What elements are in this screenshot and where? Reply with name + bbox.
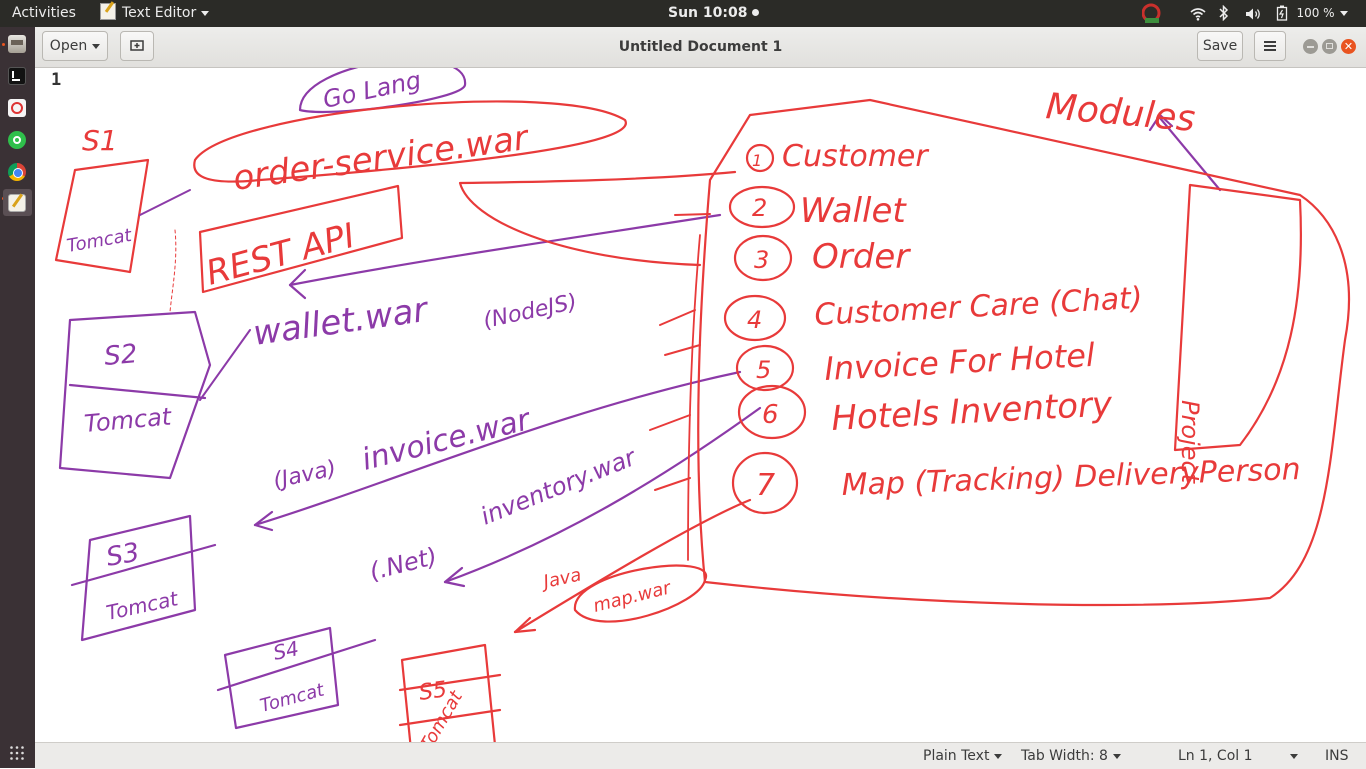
label-s4-tomcat: Tomcat xyxy=(258,679,327,716)
bluetooth-icon xyxy=(1219,4,1229,22)
svg-text:2: 2 xyxy=(752,194,767,222)
label-wallet-war: wallet.war xyxy=(251,290,432,354)
chevron-down-icon xyxy=(1339,10,1348,16)
notification-dot-icon xyxy=(752,9,760,16)
activities-button[interactable]: Activities xyxy=(12,0,76,27)
editor-area[interactable]: 1 S1 order-service.war REST API S5 Tomca… xyxy=(35,68,1366,742)
menu-button[interactable] xyxy=(1254,31,1286,61)
chevron-down-icon xyxy=(201,10,210,16)
svg-text:4: 4 xyxy=(747,306,762,334)
language-selector[interactable]: Plain Text xyxy=(923,743,1003,769)
module-hotels-inventory: Hotels Inventory xyxy=(830,384,1114,439)
files-icon[interactable] xyxy=(8,35,26,53)
tab-width-selector[interactable]: Tab Width: 8 xyxy=(1021,743,1121,769)
dock xyxy=(0,27,35,768)
running-indicator xyxy=(2,43,5,46)
label-order-service-war: order-service.war xyxy=(231,118,533,199)
bluetooth-indicator[interactable] xyxy=(1219,0,1229,27)
label-inventory-war: inventory.war xyxy=(477,442,642,530)
chevron-down-icon xyxy=(994,753,1003,759)
label-s3-tomcat: Tomcat xyxy=(104,586,181,625)
label-s3: S3 xyxy=(104,538,142,573)
server-box-s2 xyxy=(58,310,212,480)
svg-text:6: 6 xyxy=(762,400,779,430)
label-java: (Java) xyxy=(271,456,338,494)
minimize-button[interactable] xyxy=(1303,39,1318,54)
label-s2: S2 xyxy=(103,339,139,372)
label-modules: Modules xyxy=(1044,86,1197,140)
show-applications-icon[interactable] xyxy=(9,745,25,761)
ink-drawing: S1 order-service.war REST API S5 Tomcat … xyxy=(54,68,1350,742)
maximize-button[interactable] xyxy=(1322,39,1337,54)
svg-text:1: 1 xyxy=(752,151,762,170)
label-java-map: Java xyxy=(539,564,584,593)
module-invoice: Invoice For Hotel xyxy=(823,336,1095,388)
module-order: Order xyxy=(812,237,911,277)
whatsapp-icon[interactable] xyxy=(8,131,26,149)
pdf-viewer-icon[interactable] xyxy=(8,99,26,117)
module-customer: Customer xyxy=(782,139,929,174)
battery-icon xyxy=(1276,5,1288,21)
header-bar: Untitled Document 1 Open Save ✕ xyxy=(35,27,1366,68)
module-map-tracking: Map (Tracking) DeliveryPerson xyxy=(841,452,1301,503)
label-dotnet: (.Net) xyxy=(367,542,440,586)
intellij-icon[interactable] xyxy=(8,67,26,85)
label-nodejs: (NodeJS) xyxy=(481,290,579,334)
hamburger-icon xyxy=(1264,41,1276,51)
close-icon: ✕ xyxy=(1343,40,1354,53)
svg-text:3: 3 xyxy=(754,246,769,274)
label-s2-tomcat: Tomcat xyxy=(83,402,174,438)
label-s1-tomcat: Tomcat xyxy=(65,225,134,257)
volume-icon xyxy=(1246,8,1260,20)
battery-indicator[interactable]: 100 % xyxy=(1276,0,1348,27)
position-menu[interactable] xyxy=(1285,743,1298,769)
status-bar: Plain Text Tab Width: 8 Ln 1, Col 1 INS xyxy=(35,742,1366,769)
chevron-down-icon xyxy=(1112,753,1121,759)
close-button[interactable]: ✕ xyxy=(1341,39,1356,54)
app-menu[interactable]: Text Editor xyxy=(100,0,210,27)
label-s4: S4 xyxy=(271,636,301,665)
module-wallet: Wallet xyxy=(800,191,907,231)
module-customer-care: Customer Care (Chat) xyxy=(814,281,1144,333)
network-indicator[interactable] xyxy=(1190,0,1206,27)
text-editor-icon xyxy=(100,1,116,20)
svg-text:5: 5 xyxy=(756,356,771,384)
label-s1: S1 xyxy=(82,124,118,157)
top-bar: Activities Text Editor Sun 10:08 100 % xyxy=(0,0,1366,27)
insert-mode: INS xyxy=(1325,748,1349,764)
new-document-icon xyxy=(130,40,144,51)
chrome-icon[interactable] xyxy=(8,163,26,181)
chevron-down-icon xyxy=(1290,753,1298,759)
chevron-down-icon xyxy=(92,43,101,49)
label-rest-api: REST API xyxy=(202,216,359,294)
new-document-button[interactable] xyxy=(120,31,154,61)
svg-text:7: 7 xyxy=(756,468,775,503)
save-button[interactable]: Save xyxy=(1197,31,1243,61)
game-icon xyxy=(1141,3,1161,23)
document-title: Untitled Document 1 xyxy=(618,39,783,55)
clock[interactable]: Sun 10:08 xyxy=(668,0,760,27)
text-editor-dock-icon[interactable] xyxy=(8,193,26,212)
open-button[interactable]: Open xyxy=(42,31,108,61)
cursor-position[interactable]: Ln 1, Col 1 xyxy=(1178,743,1253,769)
indicator-app-icon[interactable] xyxy=(1141,0,1162,27)
wifi-icon xyxy=(1190,8,1206,21)
label-invoice-war: invoice.war xyxy=(358,402,535,478)
volume-indicator[interactable] xyxy=(1245,0,1263,27)
